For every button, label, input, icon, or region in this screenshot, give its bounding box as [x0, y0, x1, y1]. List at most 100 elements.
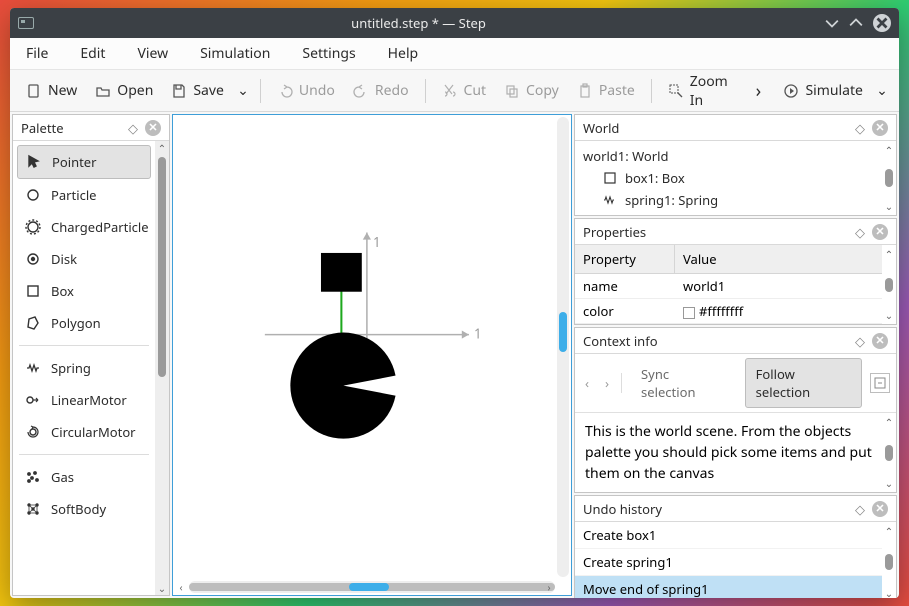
axis-x-label: 1 — [474, 325, 482, 343]
panel-close-icon[interactable]: ✕ — [872, 120, 888, 136]
palette-item-disk[interactable]: Disk — [17, 243, 151, 275]
scroll-up-icon[interactable]: ⌃ — [885, 247, 893, 261]
scroll-down-icon[interactable]: ⌄ — [158, 583, 166, 593]
zoom-in-button[interactable]: Zoom In — [660, 66, 746, 116]
context-back-button[interactable]: ‹ — [581, 372, 593, 394]
scroll-up-icon[interactable]: ⌃ — [885, 143, 893, 157]
redo-icon — [353, 83, 369, 99]
undo-scrollbar[interactable]: ⌃ ⌄ — [882, 522, 896, 598]
scrollbar-thumb[interactable] — [885, 554, 893, 570]
box-icon — [25, 283, 41, 299]
col-property[interactable]: Property — [575, 245, 675, 273]
world-tree[interactable]: world1: World box1: Box spring1: Spring — [575, 141, 882, 215]
particle-icon — [25, 187, 41, 203]
paste-button[interactable]: Paste — [569, 75, 643, 106]
panel-close-icon[interactable]: ✕ — [145, 120, 161, 136]
properties-title: Properties — [583, 223, 848, 241]
context-scrollbar[interactable]: ⌃ ⌄ — [882, 413, 896, 492]
panel-float-icon[interactable]: ◇ — [125, 120, 141, 136]
world-scrollbar[interactable]: ⌃ ⌄ — [882, 141, 896, 215]
scroll-up-icon[interactable]: ⌃ — [885, 524, 893, 538]
tree-row-box[interactable]: box1: Box — [581, 167, 876, 189]
disk-icon — [25, 251, 41, 267]
menu-simulation[interactable]: Simulation — [194, 40, 276, 67]
panel-float-icon[interactable]: ◇ — [852, 120, 868, 136]
tree-row-world[interactable]: world1: World — [581, 145, 876, 167]
scroll-down-icon[interactable]: ⌄ — [885, 476, 893, 490]
redo-button[interactable]: Redo — [345, 75, 417, 106]
copy-button[interactable]: Copy — [496, 75, 567, 106]
canvas[interactable]: 1 1 ‹ — [172, 114, 572, 596]
toolbar-separator — [425, 79, 426, 103]
zoom-in-icon — [668, 83, 684, 99]
scroll-down-icon[interactable]: ⌄ — [885, 308, 893, 322]
properties-scrollbar[interactable]: ⌃ ⌄ — [882, 245, 896, 324]
menu-help[interactable]: Help — [382, 40, 425, 67]
cut-button[interactable]: Cut — [433, 75, 494, 106]
hscroll-right-icon[interactable]: › — [543, 581, 555, 593]
scroll-up-icon[interactable]: ⌃ — [885, 415, 893, 429]
scrollbar-thumb[interactable] — [158, 157, 166, 377]
palette-item-gas[interactable]: Gas — [17, 461, 151, 493]
tree-row-spring[interactable]: spring1: Spring — [581, 189, 876, 211]
panel-float-icon[interactable]: ◇ — [852, 333, 868, 349]
palette-item-circularmotor[interactable]: CircularMotor — [17, 416, 151, 448]
scroll-up-icon[interactable]: ⌃ — [158, 143, 166, 153]
palette-item-softbody[interactable]: SoftBody — [17, 493, 151, 525]
maximize-button[interactable] — [849, 16, 863, 30]
canvas-hscrollbar[interactable] — [189, 581, 555, 593]
context-forward-button[interactable]: › — [601, 372, 613, 394]
undo-item[interactable]: Create spring1 — [575, 549, 882, 576]
sync-selection-button[interactable]: Sync selection — [630, 358, 737, 408]
menu-view[interactable]: View — [131, 40, 174, 67]
palette-item-chargedparticle[interactable]: ChargedParticle — [17, 211, 151, 243]
new-button[interactable]: New — [18, 75, 85, 106]
menu-file[interactable]: File — [20, 40, 54, 67]
panel-close-icon[interactable]: ✕ — [872, 501, 888, 517]
col-value[interactable]: Value — [675, 245, 882, 273]
follow-selection-button[interactable]: Follow selection — [745, 358, 863, 408]
context-extra-button[interactable] — [870, 373, 890, 393]
hscroll-left-icon[interactable]: ‹ — [175, 581, 187, 593]
palette-item-pointer[interactable]: Pointer — [17, 145, 151, 179]
canvas-hscroll-thumb[interactable] — [349, 583, 389, 591]
canvas-vscrollbar[interactable] — [557, 117, 569, 577]
property-row[interactable]: color #ffffffff — [575, 299, 882, 324]
minimize-button[interactable] — [825, 16, 839, 30]
canvas-vscroll-thumb[interactable] — [559, 312, 567, 352]
panel-float-icon[interactable]: ◇ — [852, 224, 868, 240]
app-logo-icon — [18, 17, 34, 29]
scroll-down-icon[interactable]: ⌄ — [885, 586, 893, 598]
panel-close-icon[interactable]: ✕ — [872, 333, 888, 349]
panel-close-icon[interactable]: ✕ — [872, 224, 888, 240]
palette-item-linearmotor[interactable]: LinearMotor — [17, 384, 151, 416]
panel-float-icon[interactable]: ◇ — [852, 501, 868, 517]
simulate-dropdown-icon[interactable]: ⌄ — [873, 81, 891, 100]
palette-item-polygon[interactable]: Polygon — [17, 307, 151, 339]
context-panel: Context info ◇ ✕ ‹ › Sync selection Foll… — [574, 327, 897, 493]
scrollbar-thumb[interactable] — [885, 169, 893, 187]
toolbar-separator — [260, 79, 261, 103]
save-button[interactable]: Save — [163, 75, 232, 106]
app-window: untitled.step * — Step File Edit View Si… — [10, 8, 899, 598]
property-row[interactable]: name world1 — [575, 274, 882, 299]
save-dropdown-icon[interactable]: ⌄ — [234, 81, 252, 100]
palette-item-particle[interactable]: Particle — [17, 179, 151, 211]
undo-item[interactable]: Move end of spring1 — [575, 576, 882, 598]
scrollbar-thumb[interactable] — [885, 445, 893, 461]
undo-button[interactable]: Undo — [269, 75, 343, 106]
scene-disk[interactable] — [290, 333, 397, 439]
scroll-down-icon[interactable]: ⌄ — [885, 199, 893, 213]
open-button[interactable]: Open — [87, 75, 161, 106]
simulate-button[interactable]: Simulate — [775, 75, 870, 106]
close-button[interactable] — [873, 14, 891, 32]
scrollbar-thumb[interactable] — [885, 278, 893, 292]
palette-scrollbar[interactable]: ⌃ ⌄ — [155, 141, 169, 595]
palette-item-spring[interactable]: Spring — [17, 352, 151, 384]
menu-settings[interactable]: Settings — [296, 40, 361, 67]
scene-box[interactable] — [321, 253, 362, 292]
menu-edit[interactable]: Edit — [74, 40, 111, 67]
palette-item-box[interactable]: Box — [17, 275, 151, 307]
undo-item[interactable]: Create box1 — [575, 522, 882, 549]
toolbar-overflow-icon[interactable]: › — [749, 79, 767, 103]
